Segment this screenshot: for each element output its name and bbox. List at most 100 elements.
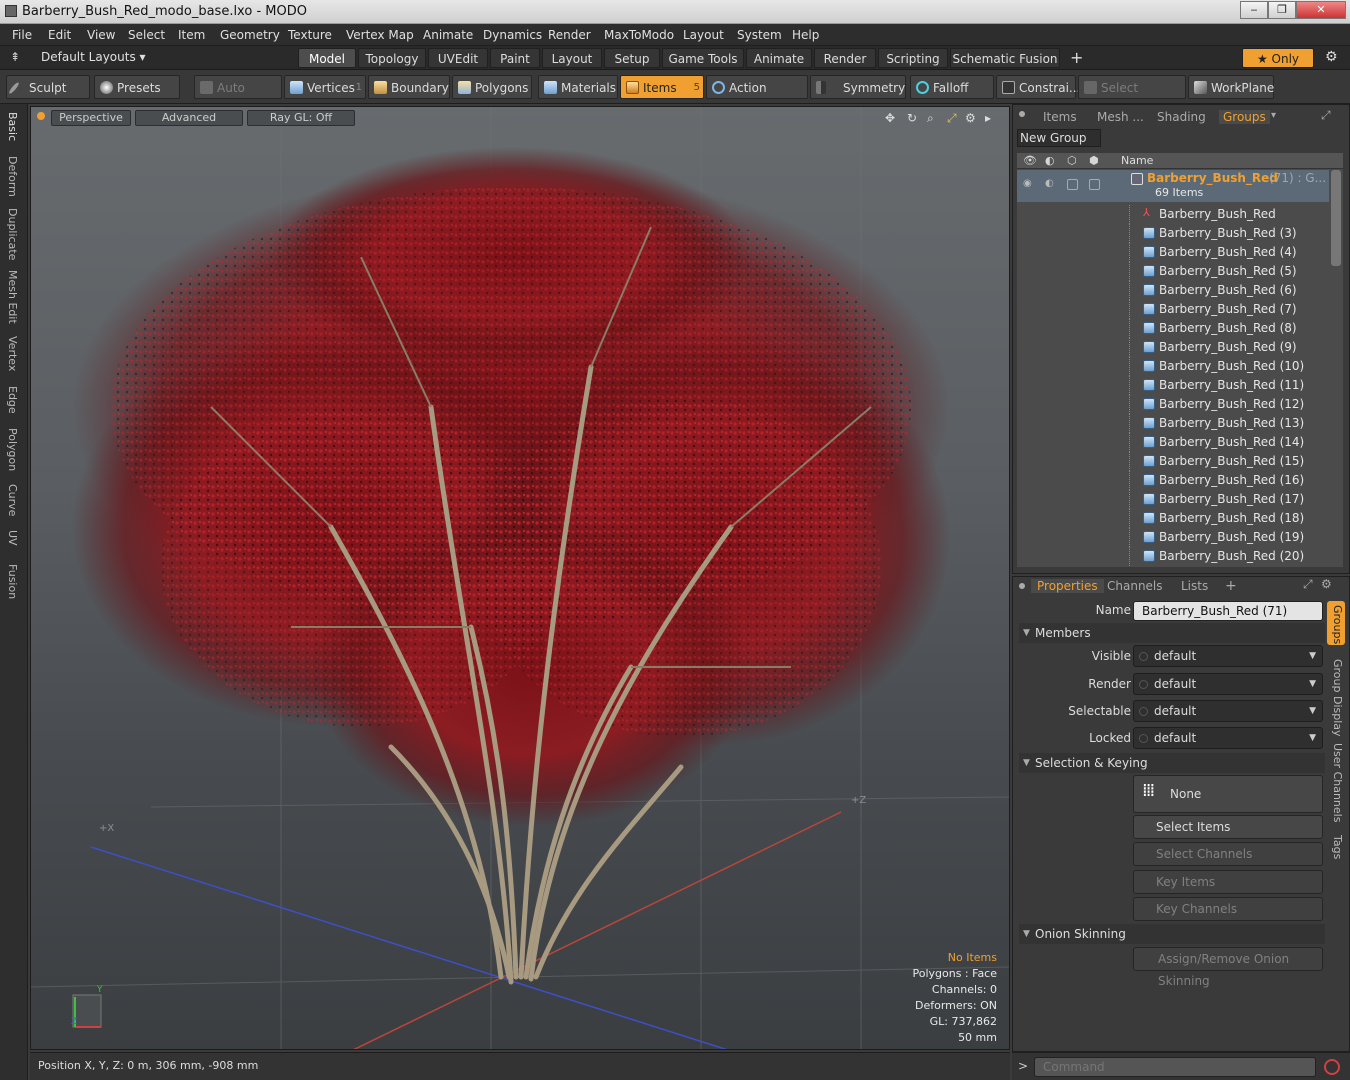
list-item[interactable]: Barberry_Bush_Red (11) bbox=[1017, 376, 1329, 395]
group-visible-icon[interactable]: ◉ bbox=[1023, 178, 1032, 189]
group-locked-check[interactable] bbox=[1089, 179, 1100, 190]
selection-keying-section[interactable]: ▼ Selection & Keying bbox=[1019, 753, 1325, 773]
side-tab-group-display[interactable]: Group Display bbox=[1331, 659, 1344, 737]
list-item[interactable]: Barberry_Bush_Red (20) bbox=[1017, 547, 1329, 566]
menu-maxtomodo[interactable]: MaxToModo bbox=[604, 28, 674, 42]
command-input[interactable] bbox=[1034, 1057, 1316, 1077]
add-tab-button[interactable]: + bbox=[1070, 48, 1083, 67]
key-channels-button[interactable]: Key Channels bbox=[1133, 897, 1323, 921]
add-props-tab-button[interactable]: + bbox=[1225, 578, 1237, 594]
render-icon[interactable]: ◐ bbox=[1045, 154, 1055, 167]
boundary-button[interactable]: Boundary bbox=[368, 75, 450, 99]
select-lock-icon[interactable]: ⬡ bbox=[1067, 154, 1077, 167]
visible-select[interactable]: default ▼ bbox=[1133, 645, 1323, 667]
left-tab-deform[interactable]: Deform bbox=[6, 156, 19, 197]
viewport-3d[interactable]: Y Z +X +Z Perspective Advanced Ray GL: O… bbox=[30, 106, 1010, 1050]
tab-animate[interactable]: Animate bbox=[746, 48, 812, 68]
left-tab-fusion[interactable]: Fusion bbox=[6, 564, 19, 599]
tab-layout[interactable]: Layout bbox=[542, 48, 602, 68]
selection-set-preview[interactable]: ⁞⁞⁞ None bbox=[1133, 775, 1323, 813]
lock-icon[interactable]: ⬢ bbox=[1089, 154, 1099, 167]
rotate-view-icon[interactable]: ↻ bbox=[907, 111, 917, 125]
viewport-settings-icon[interactable]: ⚙ bbox=[965, 111, 976, 125]
list-item[interactable]: Barberry_Bush_Red (3) bbox=[1017, 224, 1329, 243]
menu-dynamics[interactable]: Dynamics bbox=[483, 28, 542, 42]
tab-schematic-fusion[interactable]: Schematic Fusion bbox=[950, 48, 1060, 68]
move-view-icon[interactable]: ✥ bbox=[885, 111, 895, 125]
onion-skinning-section[interactable]: ▼ Onion Skinning bbox=[1019, 924, 1325, 944]
tab-render[interactable]: Render bbox=[814, 48, 876, 68]
props-settings-icon[interactable]: ⚙ bbox=[1321, 577, 1332, 591]
vertices-button[interactable]: Vertices 1 bbox=[284, 75, 366, 99]
list-item[interactable]: Barberry_Bush_Red (9) bbox=[1017, 338, 1329, 357]
tab-lists[interactable]: Lists bbox=[1181, 579, 1208, 593]
name-field[interactable]: Barberry_Bush_Red (71) bbox=[1133, 601, 1323, 621]
menu-item[interactable]: Item bbox=[178, 28, 205, 42]
advanced-dropdown[interactable]: Advanced bbox=[135, 110, 243, 126]
select-channels-button[interactable]: Select Channels bbox=[1133, 842, 1323, 866]
left-tab-mesh-edit[interactable]: Mesh Edit bbox=[6, 270, 19, 324]
maximize-panel-icon[interactable]: ⤢ bbox=[1321, 108, 1331, 123]
menu-geometry[interactable]: Geometry bbox=[220, 28, 280, 42]
left-tab-edge[interactable]: Edge bbox=[6, 386, 19, 414]
items-button[interactable]: Items 5 bbox=[620, 75, 704, 99]
menu-system[interactable]: System bbox=[737, 28, 782, 42]
list-item[interactable]: ⅄ Barberry_Bush_Red bbox=[1017, 205, 1329, 224]
tab-groups[interactable]: Groups bbox=[1219, 110, 1270, 124]
members-section[interactable]: ▼ Members bbox=[1019, 623, 1325, 643]
record-icon[interactable] bbox=[1324, 1059, 1340, 1075]
new-group-button[interactable]: New Group bbox=[1017, 129, 1101, 147]
list-item[interactable]: Barberry_Bush_Red (10) bbox=[1017, 357, 1329, 376]
menu-layout[interactable]: Layout bbox=[683, 28, 724, 42]
layout-arrow-icon[interactable]: ⇞ bbox=[10, 50, 20, 64]
action-center-button[interactable]: Action Center bbox=[706, 75, 808, 119]
left-tab-curve[interactable]: Curve bbox=[6, 484, 19, 516]
tabs-dropdown-icon[interactable]: ▾ bbox=[1271, 110, 1276, 121]
list-scrollbar[interactable] bbox=[1331, 170, 1341, 266]
tab-shading[interactable]: Shading bbox=[1157, 110, 1206, 124]
minimize-button[interactable]: ‒ bbox=[1240, 1, 1268, 19]
layout-selector[interactable]: Default Layouts ▾ bbox=[41, 50, 146, 64]
group-render-icon[interactable]: ◐ bbox=[1045, 178, 1054, 189]
list-item[interactable]: Barberry_Bush_Red (15) bbox=[1017, 452, 1329, 471]
list-item[interactable]: Barberry_Bush_Red (14) bbox=[1017, 433, 1329, 452]
raygl-dropdown[interactable]: Ray GL: Off bbox=[247, 110, 355, 126]
menu-animate[interactable]: Animate bbox=[423, 28, 473, 42]
materials-button[interactable]: Materials bbox=[538, 75, 618, 99]
tab-channels[interactable]: Channels bbox=[1107, 579, 1163, 593]
tab-mesh[interactable]: Mesh ... bbox=[1097, 110, 1144, 124]
tab-uvedit[interactable]: UVEdit bbox=[428, 48, 488, 68]
gear-icon[interactable]: ⚙ bbox=[1325, 49, 1338, 65]
tab-properties[interactable]: Properties bbox=[1031, 579, 1104, 593]
close-button[interactable]: ✕ bbox=[1296, 1, 1346, 19]
tab-game-tools[interactable]: Game Tools bbox=[662, 48, 744, 68]
list-item[interactable]: Barberry_Bush_Red (4) bbox=[1017, 243, 1329, 262]
select-items-button[interactable]: Select Items bbox=[1133, 815, 1323, 839]
side-tab-tags[interactable]: Tags bbox=[1331, 835, 1344, 859]
auto-select-button[interactable]: Auto Select bbox=[194, 75, 282, 119]
menu-help[interactable]: Help bbox=[792, 28, 819, 42]
constraints-button[interactable]: Constrai... bbox=[996, 75, 1080, 99]
polygons-button[interactable]: Polygons bbox=[452, 75, 532, 99]
presets-button[interactable]: Presets bbox=[94, 75, 180, 99]
locked-select[interactable]: default ▼ bbox=[1133, 727, 1323, 749]
key-items-button[interactable]: Key Items bbox=[1133, 870, 1323, 894]
left-tab-uv[interactable]: UV bbox=[6, 530, 19, 546]
visibility-eye-icon[interactable]: 👁 bbox=[1023, 154, 1037, 167]
menu-vertex-map[interactable]: Vertex Map bbox=[346, 28, 414, 42]
symmetry-button[interactable]: Symmetry bbox=[810, 75, 906, 99]
tab-setup[interactable]: Setup bbox=[604, 48, 660, 68]
tab-items[interactable]: Items bbox=[1043, 110, 1077, 124]
only-toggle[interactable]: ★ Only bbox=[1242, 48, 1314, 68]
zoom-view-icon[interactable]: ⌕ bbox=[927, 111, 934, 126]
falloff-button[interactable]: Falloff bbox=[910, 75, 994, 99]
render-select[interactable]: default ▼ bbox=[1133, 673, 1323, 695]
list-item[interactable]: Barberry_Bush_Red (18) bbox=[1017, 509, 1329, 528]
menu-file[interactable]: File bbox=[12, 28, 32, 42]
onion-collapse-icon[interactable]: ▼ bbox=[1023, 924, 1030, 944]
selection-collapse-icon[interactable]: ▼ bbox=[1023, 753, 1030, 773]
left-tab-duplicate[interactable]: Duplicate bbox=[6, 208, 19, 260]
side-tab-groups[interactable]: Groups bbox=[1331, 605, 1344, 644]
tab-paint[interactable]: Paint bbox=[490, 48, 540, 68]
list-item[interactable]: Barberry_Bush_Red (6) bbox=[1017, 281, 1329, 300]
